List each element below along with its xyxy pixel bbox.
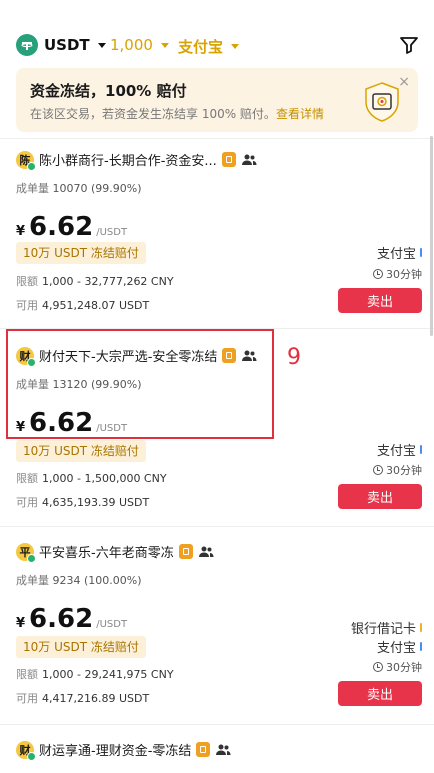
payment-method: 银行借记卡 bbox=[351, 618, 422, 637]
shield-icon bbox=[360, 80, 404, 124]
orders-count: 成单量 9234 (100.00%) bbox=[16, 572, 142, 588]
banner-desc-text: 在该区交易，若资金发生冻结享 100% 赔付。 bbox=[30, 107, 276, 121]
payment-method-label: 银行借记卡 bbox=[350, 622, 416, 637]
payment-method-label: 支付宝 bbox=[376, 641, 416, 656]
amount-selector[interactable]: 1,000 bbox=[110, 36, 169, 54]
verified-shield-icon bbox=[196, 742, 211, 757]
clock-icon bbox=[373, 269, 383, 279]
limit-value: 1,000 - 32,777,262 CNY bbox=[42, 275, 174, 288]
avatar: 财 bbox=[16, 740, 36, 761]
available-row: 可用 4,417,216.89 USDT bbox=[16, 690, 149, 706]
sell-button[interactable]: 卖出 bbox=[338, 681, 422, 706]
coin-selector[interactable]: USDT bbox=[16, 34, 106, 56]
compensation-tag: 10万 USDT 冻结赔付 bbox=[16, 440, 146, 462]
top-bar: USDT 1,000 支付宝 bbox=[0, 0, 434, 64]
merchant-header[interactable]: 陈 陈小群商行-长期合作-资金安... bbox=[16, 150, 257, 171]
compensation-banner: 资金冻结，100% 赔付 在该区交易，若资金发生冻结享 100% 赔付。查看详情… bbox=[16, 68, 418, 132]
merchant-name: 平安喜乐-六年老商零冻 bbox=[39, 546, 174, 561]
payment-time: 30分钟 bbox=[373, 659, 422, 675]
available-value: 4,635,193.39 USDT bbox=[42, 496, 150, 509]
chevron-down-icon bbox=[231, 44, 240, 49]
merchant-card: 平 平安喜乐-六年老商零冻 成单量 9234 (100.00%) ¥6.62/U… bbox=[0, 526, 434, 722]
orders-label: 成单量 bbox=[16, 574, 49, 587]
clock-icon bbox=[373, 465, 383, 475]
currency-symbol: ¥ bbox=[16, 224, 26, 239]
filter-icon[interactable] bbox=[398, 34, 420, 56]
payment-value: 支付宝 bbox=[178, 38, 224, 56]
highlight-box bbox=[6, 329, 274, 439]
coin-name: USDT bbox=[44, 36, 90, 54]
price-unit: /USDT bbox=[96, 227, 128, 238]
banner-title: 资金冻结，100% 赔付 bbox=[30, 82, 187, 100]
orders-count: 成单量 10070 (99.90%) bbox=[16, 180, 142, 196]
merchant-header[interactable]: 财 财运享通-理财资金-零冻结 bbox=[16, 740, 231, 761]
limit-row: 限额 1,000 - 29,241,975 CNY bbox=[16, 666, 174, 682]
sell-button[interactable]: 卖出 bbox=[338, 288, 422, 313]
chevron-down-icon bbox=[160, 42, 169, 48]
merchant-header[interactable]: 平 平安喜乐-六年老商零冻 bbox=[16, 542, 214, 563]
orders-label: 成单量 bbox=[16, 182, 49, 195]
payment-selector[interactable]: 支付宝 bbox=[178, 36, 240, 57]
banner-description: 在该区交易，若资金发生冻结享 100% 赔付。查看详情 bbox=[30, 105, 324, 122]
price-value: 6.62 bbox=[29, 604, 94, 634]
alipay-bar-icon bbox=[420, 248, 422, 257]
tether-logo-icon bbox=[16, 34, 38, 56]
payment-time-value: 30分钟 bbox=[386, 464, 422, 477]
available-row: 可用 4,951,248.07 USDT bbox=[16, 297, 149, 313]
payment-method: 支付宝 bbox=[377, 637, 422, 656]
compensation-tag: 10万 USDT 冻结赔付 bbox=[16, 242, 146, 264]
clock-icon bbox=[373, 662, 383, 672]
banner-details-link[interactable]: 查看详情 bbox=[276, 107, 324, 121]
limit-label: 限额 bbox=[16, 472, 38, 485]
merchant-card: 陈 陈小群商行-长期合作-资金安... 成单量 10070 (99.90%) ¥… bbox=[0, 138, 434, 328]
amount-value: 1,000 bbox=[110, 36, 153, 54]
limit-value: 1,000 - 29,241,975 CNY bbox=[42, 668, 174, 681]
merchant-name: 财运享通-理财资金-零冻结 bbox=[39, 744, 192, 759]
available-value: 4,951,248.07 USDT bbox=[42, 299, 150, 312]
verified-shield-icon bbox=[178, 544, 193, 559]
limit-label: 限额 bbox=[16, 275, 38, 288]
payment-method: 支付宝 bbox=[377, 440, 422, 459]
payment-time-value: 30分钟 bbox=[386, 268, 422, 281]
orders-value: 9234 (100.00%) bbox=[52, 574, 142, 587]
compensation-tag: 10万 USDT 冻结赔付 bbox=[16, 636, 146, 658]
payment-method-label: 支付宝 bbox=[376, 444, 416, 459]
payment-time-value: 30分钟 bbox=[386, 661, 422, 674]
bank-card-bar-icon bbox=[420, 623, 422, 632]
avatar: 陈 bbox=[16, 150, 36, 171]
available-label: 可用 bbox=[16, 299, 38, 312]
payment-time: 30分钟 bbox=[373, 462, 422, 478]
people-icon bbox=[198, 546, 214, 557]
chevron-down-icon bbox=[97, 42, 106, 48]
price: ¥6.62/USDT bbox=[16, 604, 127, 634]
highlight-label: 9 bbox=[287, 345, 301, 370]
alipay-bar-icon bbox=[420, 445, 422, 454]
available-label: 可用 bbox=[16, 692, 38, 705]
available-label: 可用 bbox=[16, 496, 38, 509]
payment-time: 30分钟 bbox=[373, 266, 422, 282]
merchant-card: 财 财运享通-理财资金-零冻结 bbox=[0, 724, 434, 773]
available-value: 4,417,216.89 USDT bbox=[42, 692, 150, 705]
payment-method-label: 支付宝 bbox=[376, 247, 416, 262]
payment-method: 支付宝 bbox=[377, 243, 422, 262]
scrollbar[interactable] bbox=[430, 136, 433, 336]
limit-value: 1,000 - 1,500,000 CNY bbox=[42, 472, 167, 485]
price-value: 6.62 bbox=[29, 212, 94, 242]
price-unit: /USDT bbox=[96, 619, 128, 630]
people-icon bbox=[216, 744, 231, 755]
sell-button[interactable]: 卖出 bbox=[338, 484, 422, 509]
verified-shield-icon bbox=[221, 152, 236, 167]
currency-symbol: ¥ bbox=[16, 616, 26, 631]
limit-row: 限额 1,000 - 1,500,000 CNY bbox=[16, 470, 167, 486]
limit-label: 限额 bbox=[16, 668, 38, 681]
merchant-name: 陈小群商行-长期合作-资金安... bbox=[39, 154, 217, 169]
price: ¥6.62/USDT bbox=[16, 212, 127, 242]
avatar: 平 bbox=[16, 542, 36, 563]
alipay-bar-icon bbox=[420, 642, 422, 651]
limit-row: 限额 1,000 - 32,777,262 CNY bbox=[16, 273, 174, 289]
orders-value: 10070 (99.90%) bbox=[52, 182, 142, 195]
people-icon bbox=[241, 154, 257, 165]
available-row: 可用 4,635,193.39 USDT bbox=[16, 494, 149, 510]
